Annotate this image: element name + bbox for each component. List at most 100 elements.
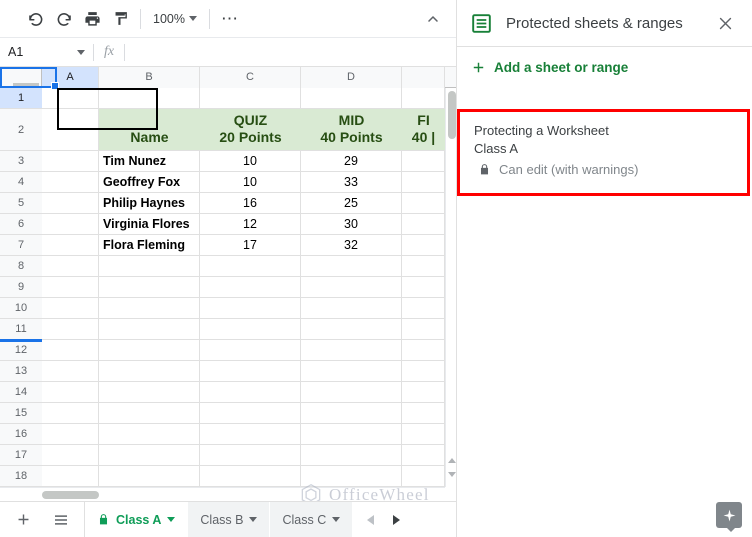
cell-A2[interactable]: [42, 109, 99, 150]
cell-C5[interactable]: 16: [200, 193, 301, 213]
cell-A5[interactable]: [42, 193, 99, 213]
cell-D16[interactable]: [301, 424, 402, 444]
cell-E6[interactable]: [402, 214, 445, 234]
cell-A8[interactable]: [42, 256, 99, 276]
function-icon[interactable]: fx: [94, 44, 124, 60]
undo-icon[interactable]: [22, 5, 50, 33]
cell-E1[interactable]: [402, 88, 445, 108]
cell-C17[interactable]: [200, 445, 301, 465]
cell-E12[interactable]: [402, 340, 445, 360]
more-options-icon[interactable]: ⋯: [216, 5, 244, 33]
cell-D11[interactable]: [301, 319, 402, 339]
cell-C16[interactable]: [200, 424, 301, 444]
print-icon[interactable]: [78, 5, 106, 33]
vertical-scrollbar-thumb[interactable]: [448, 91, 456, 139]
cell-D6[interactable]: 30: [301, 214, 402, 234]
cell-B5[interactable]: Philip Haynes: [99, 193, 200, 213]
next-sheet-arrow[interactable]: [383, 505, 409, 535]
cell-D12[interactable]: [301, 340, 402, 360]
cell-E11[interactable]: [402, 319, 445, 339]
cell-B10[interactable]: [99, 298, 200, 318]
close-icon[interactable]: [710, 8, 740, 38]
row-header-7[interactable]: 7: [0, 235, 42, 256]
cell-A11[interactable]: [42, 319, 99, 339]
cell-B11[interactable]: [99, 319, 200, 339]
cell-A1[interactable]: [42, 88, 99, 108]
sheet-tab-class-b[interactable]: Class B: [188, 502, 270, 537]
cell-E4[interactable]: [402, 172, 445, 192]
column-header-b[interactable]: B: [99, 67, 200, 88]
protected-range-item[interactable]: Protecting a Worksheet Class A Can edit …: [460, 112, 747, 177]
row-header-10[interactable]: 10: [0, 298, 42, 319]
cell-D17[interactable]: [301, 445, 402, 465]
paint-format-icon[interactable]: [106, 5, 134, 33]
row-header-14[interactable]: 14: [0, 382, 42, 403]
column-header-a[interactable]: A: [42, 67, 99, 88]
row-header-6[interactable]: 6: [0, 214, 42, 235]
cell-C8[interactable]: [200, 256, 301, 276]
cell-D5[interactable]: 25: [301, 193, 402, 213]
cell-A18[interactable]: [42, 466, 99, 486]
cell-B4[interactable]: Geoffrey Fox: [99, 172, 200, 192]
cell-E16[interactable]: [402, 424, 445, 444]
cell-B12[interactable]: [99, 340, 200, 360]
cell-C4[interactable]: 10: [200, 172, 301, 192]
cell-B3[interactable]: Tim Nunez: [99, 151, 200, 171]
cell-A3[interactable]: [42, 151, 99, 171]
cell-A12[interactable]: [42, 340, 99, 360]
cell-A15[interactable]: [42, 403, 99, 423]
sheet-tab-class-c[interactable]: Class C: [270, 502, 353, 537]
cell-C18[interactable]: [200, 466, 301, 486]
name-box[interactable]: A1: [0, 38, 93, 66]
cell-E3[interactable]: [402, 151, 445, 171]
horizontal-scrollbar[interactable]: [0, 487, 445, 501]
add-sheet-or-range-button[interactable]: Add a sheet or range: [457, 47, 752, 88]
column-header-d[interactable]: D: [301, 67, 402, 88]
column-header-e[interactable]: [402, 67, 445, 88]
horizontal-scrollbar-thumb[interactable]: [42, 491, 99, 499]
row-header-12[interactable]: 12: [0, 340, 42, 361]
chevron-down-icon[interactable]: [249, 517, 257, 522]
cell-E9[interactable]: [402, 277, 445, 297]
cell-B16[interactable]: [99, 424, 200, 444]
cell-B1[interactable]: [99, 88, 200, 108]
cell-A4[interactable]: [42, 172, 99, 192]
cell-B18[interactable]: [99, 466, 200, 486]
row-header-9[interactable]: 9: [0, 277, 42, 298]
cell-E2[interactable]: FI40 |: [402, 109, 445, 150]
cell-C13[interactable]: [200, 361, 301, 381]
cell-E8[interactable]: [402, 256, 445, 276]
cell-D13[interactable]: [301, 361, 402, 381]
cell-B8[interactable]: [99, 256, 200, 276]
vertical-scrollbar[interactable]: [445, 88, 457, 487]
row-header-1[interactable]: 1: [0, 88, 42, 109]
collapse-menus-icon[interactable]: [419, 5, 447, 33]
cell-A7[interactable]: [42, 235, 99, 255]
cell-E7[interactable]: [402, 235, 445, 255]
cell-E5[interactable]: [402, 193, 445, 213]
all-sheets-icon[interactable]: [46, 505, 76, 535]
explore-button[interactable]: [716, 502, 742, 528]
cell-B2[interactable]: Name: [99, 109, 200, 150]
cell-C6[interactable]: 12: [200, 214, 301, 234]
cell-D1[interactable]: [301, 88, 402, 108]
cell-A14[interactable]: [42, 382, 99, 402]
zoom-selector[interactable]: 100%: [147, 6, 203, 32]
cell-D4[interactable]: 33: [301, 172, 402, 192]
row-header-15[interactable]: 15: [0, 403, 42, 424]
row-header-17[interactable]: 17: [0, 445, 42, 466]
cell-D3[interactable]: 29: [301, 151, 402, 171]
cell-C11[interactable]: [200, 319, 301, 339]
cell-A6[interactable]: [42, 214, 99, 234]
cell-D8[interactable]: [301, 256, 402, 276]
select-all-corner[interactable]: [0, 67, 42, 88]
cell-C15[interactable]: [200, 403, 301, 423]
cell-C10[interactable]: [200, 298, 301, 318]
cell-C9[interactable]: [200, 277, 301, 297]
cell-E15[interactable]: [402, 403, 445, 423]
sheet-tab-class-a[interactable]: Class A: [85, 502, 188, 537]
row-header-8[interactable]: 8: [0, 256, 42, 277]
cell-B14[interactable]: [99, 382, 200, 402]
cell-D18[interactable]: [301, 466, 402, 486]
cell-C2[interactable]: QUIZ20 Points: [200, 109, 301, 150]
